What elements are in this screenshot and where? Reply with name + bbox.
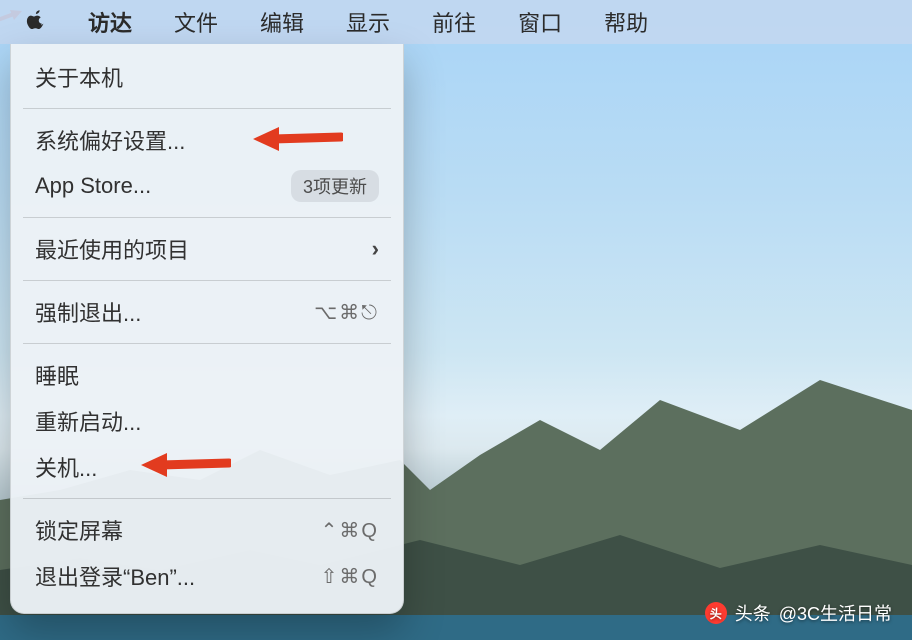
menu-separator [23, 498, 391, 499]
menubar-item-label: 窗口 [518, 11, 562, 36]
menu-item-about[interactable]: 关于本机 [11, 54, 403, 100]
chevron-right-icon: › [372, 236, 379, 262]
menu-item-label: 系统偏好设置... [35, 124, 185, 156]
annotation-arrow-shutdown [141, 451, 231, 479]
menu-separator [23, 343, 391, 344]
watermark-prefix: 头条 [735, 600, 771, 626]
menubar-item-finder[interactable]: 访达 [70, 2, 150, 42]
keyboard-shortcut: ⌃⌘Q [321, 518, 379, 543]
keyboard-shortcut: ⌥⌘⎋ [314, 300, 379, 325]
menu-item-label: 重新启动... [35, 405, 141, 437]
menu-item-force-quit[interactable]: 强制退出... ⌥⌘⎋ [11, 289, 403, 335]
menubar-item-window[interactable]: 窗口 [500, 2, 580, 42]
watermark-handle: @3C生活日常 [779, 600, 892, 626]
watermark: 头 头条 @3C生活日常 [705, 600, 892, 626]
menubar-item-help[interactable]: 帮助 [586, 2, 666, 42]
menubar-item-file[interactable]: 文件 [156, 2, 236, 42]
menu-item-label: 关机... [35, 451, 97, 483]
menubar-item-go[interactable]: 前往 [414, 2, 494, 42]
toutiao-logo-icon: 头 [705, 602, 727, 624]
menu-separator [23, 108, 391, 109]
menubar-item-label: 帮助 [604, 11, 648, 36]
menu-separator [23, 280, 391, 281]
apple-logo-icon [26, 8, 46, 30]
menubar-item-label: 显示 [346, 11, 390, 36]
menubar-item-view[interactable]: 显示 [328, 2, 408, 42]
apple-menu-button[interactable] [8, 4, 64, 40]
menu-item-shutdown[interactable]: 关机... [11, 444, 403, 490]
menubar-item-label: 编辑 [260, 11, 304, 36]
menu-item-label: 睡眠 [35, 359, 79, 391]
menu-item-label: 关于本机 [35, 61, 123, 93]
menubar-item-label: 访达 [88, 11, 132, 36]
annotation-arrow-sysprefs [253, 125, 343, 153]
menu-item-label: App Store... [35, 173, 151, 199]
menubar-item-label: 文件 [174, 11, 218, 36]
menubar-item-label: 前往 [432, 11, 476, 36]
menu-item-appstore[interactable]: App Store... 3项更新 [11, 163, 403, 209]
menubar-item-edit[interactable]: 编辑 [242, 2, 322, 42]
keyboard-shortcut: ⇧⌘Q [321, 564, 379, 589]
menu-item-label: 最近使用的项目 [35, 233, 189, 265]
menu-item-restart[interactable]: 重新启动... [11, 398, 403, 444]
menu-item-logout[interactable]: 退出登录“Ben”... ⇧⌘Q [11, 553, 403, 599]
menu-item-label: 退出登录“Ben”... [35, 560, 195, 592]
menubar: 访达 文件 编辑 显示 前往 窗口 帮助 [0, 0, 912, 44]
menu-item-lock-screen[interactable]: 锁定屏幕 ⌃⌘Q [11, 507, 403, 553]
menu-item-sleep[interactable]: 睡眠 [11, 352, 403, 398]
appstore-updates-badge: 3项更新 [291, 170, 379, 202]
menu-item-system-prefs[interactable]: 系统偏好设置... [11, 117, 403, 163]
macos-desktop: 访达 文件 编辑 显示 前往 窗口 帮助 关于本机 系统偏好设置... App … [0, 0, 912, 640]
apple-menu-dropdown: 关于本机 系统偏好设置... App Store... 3项更新 最近使用的项目… [10, 44, 404, 614]
menu-item-label: 锁定屏幕 [35, 514, 123, 546]
menu-separator [23, 217, 391, 218]
menu-item-label: 强制退出... [35, 296, 141, 328]
menu-item-recent[interactable]: 最近使用的项目 › [11, 226, 403, 272]
